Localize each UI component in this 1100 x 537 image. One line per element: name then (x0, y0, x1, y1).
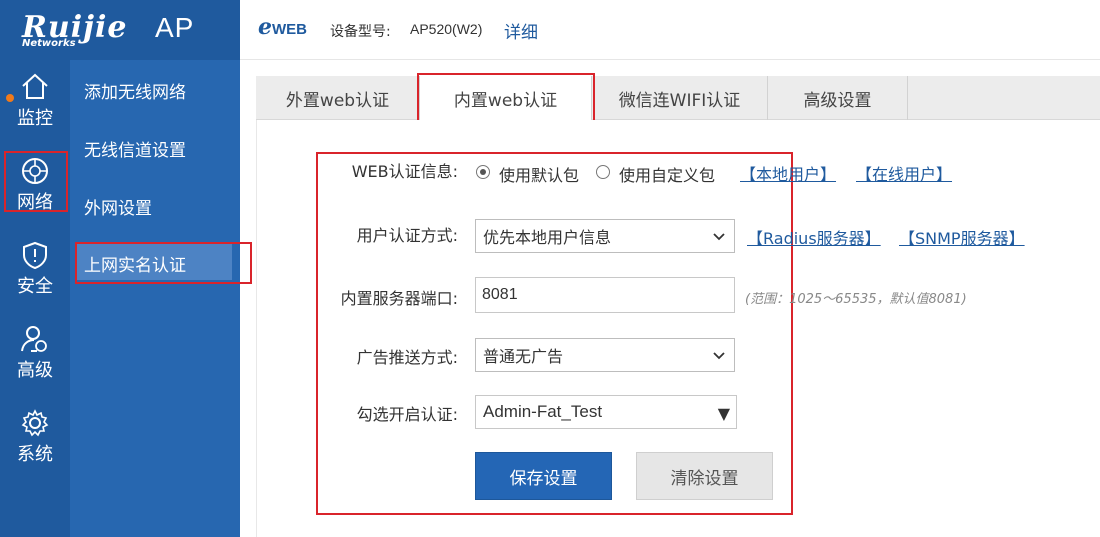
auth-method-value: 优先本地用户信息 (483, 228, 612, 247)
nav-security[interactable]: 安全 (0, 234, 70, 304)
port-range-hint: (范围：1025～65535，默认值8081) (745, 292, 967, 307)
save-button[interactable]: 保存设置 (475, 452, 612, 500)
web-auth-label: WEB认证信息: (351, 162, 458, 181)
logo-bar: Ruijie Networks AP (0, 0, 240, 60)
chevron-down-icon (713, 233, 725, 241)
shield-icon (23, 241, 47, 270)
eweb-logo: eWEB (258, 14, 307, 40)
snmp-server-link[interactable]: 【SNMP服务器】 (899, 225, 1025, 249)
port-label: 内置服务器端口: (340, 289, 458, 308)
user-settings-icon (21, 326, 47, 352)
tab-wechat-wifi-auth[interactable]: 微信连WIFI认证 (592, 76, 768, 120)
radio-custom-label: 使用自定义包 (619, 166, 716, 185)
radio-default-label: 使用默认包 (499, 166, 580, 185)
nav-advanced[interactable]: 高级 (0, 318, 70, 388)
notification-dot (6, 94, 14, 102)
model-label: 设备型号: (330, 24, 391, 40)
highlight-network (4, 151, 68, 212)
radio-default-package[interactable] (476, 165, 490, 179)
port-value: 8081 (482, 286, 518, 303)
nav-monitor-label: 监控 (17, 108, 53, 129)
nav-security-label: 安全 (17, 276, 53, 297)
auth-method-label: 用户认证方式: (356, 226, 458, 245)
top-header: eWEB 设备型号: AP520(W2) 详细 (240, 0, 1100, 60)
ad-mode-select[interactable]: 普通无广告 (475, 338, 735, 372)
radius-server-link[interactable]: 【Radius服务器】 (747, 225, 881, 249)
tab-advanced-settings[interactable]: 高级设置 (768, 76, 908, 120)
gear-icon (21, 409, 49, 437)
model-value: AP520(W2) (410, 21, 483, 37)
tab-external-web-auth[interactable]: 外置web认证 (256, 76, 420, 120)
sub-item-channel[interactable]: 无线信道设置 (84, 136, 186, 161)
tab-bar: 外置web认证 内置web认证 微信连WIFI认证 高级设置 (256, 76, 1100, 121)
detail-link[interactable]: 详细 (504, 18, 538, 43)
logo-subtitle: Networks (22, 38, 76, 49)
highlight-realname (75, 242, 252, 284)
home-icon (22, 73, 48, 99)
sub-item-add-wireless[interactable]: 添加无线网络 (84, 78, 186, 103)
clear-button[interactable]: 清除设置 (636, 452, 773, 500)
ssid-select[interactable]: Admin-Fat_Test ▼ (475, 395, 737, 429)
chevron-down-icon (713, 352, 725, 360)
ad-mode-value: 普通无广告 (483, 347, 564, 366)
auth-method-select[interactable]: 优先本地用户信息 (475, 219, 735, 253)
triangle-down-icon: ▼ (717, 404, 730, 423)
nav-system[interactable]: 系统 (0, 402, 70, 472)
local-users-link[interactable]: 【本地用户】 (740, 161, 836, 185)
sub-item-wan[interactable]: 外网设置 (84, 194, 152, 219)
product-name: AP (155, 12, 195, 43)
online-users-link[interactable]: 【在线用户】 (856, 161, 952, 185)
nav-system-label: 系统 (17, 444, 53, 465)
nav-advanced-label: 高级 (17, 360, 53, 381)
ssid-label: 勾选开启认证: (356, 405, 458, 424)
sub-nav: 添加无线网络 无线信道设置 外网设置 (70, 60, 240, 537)
highlight-active-tab (417, 73, 595, 122)
radio-custom-package[interactable] (596, 165, 610, 179)
ad-mode-label: 广告推送方式: (356, 348, 458, 367)
ssid-value: Admin-Fat_Test (483, 402, 603, 421)
port-input[interactable]: 8081 (475, 277, 735, 313)
